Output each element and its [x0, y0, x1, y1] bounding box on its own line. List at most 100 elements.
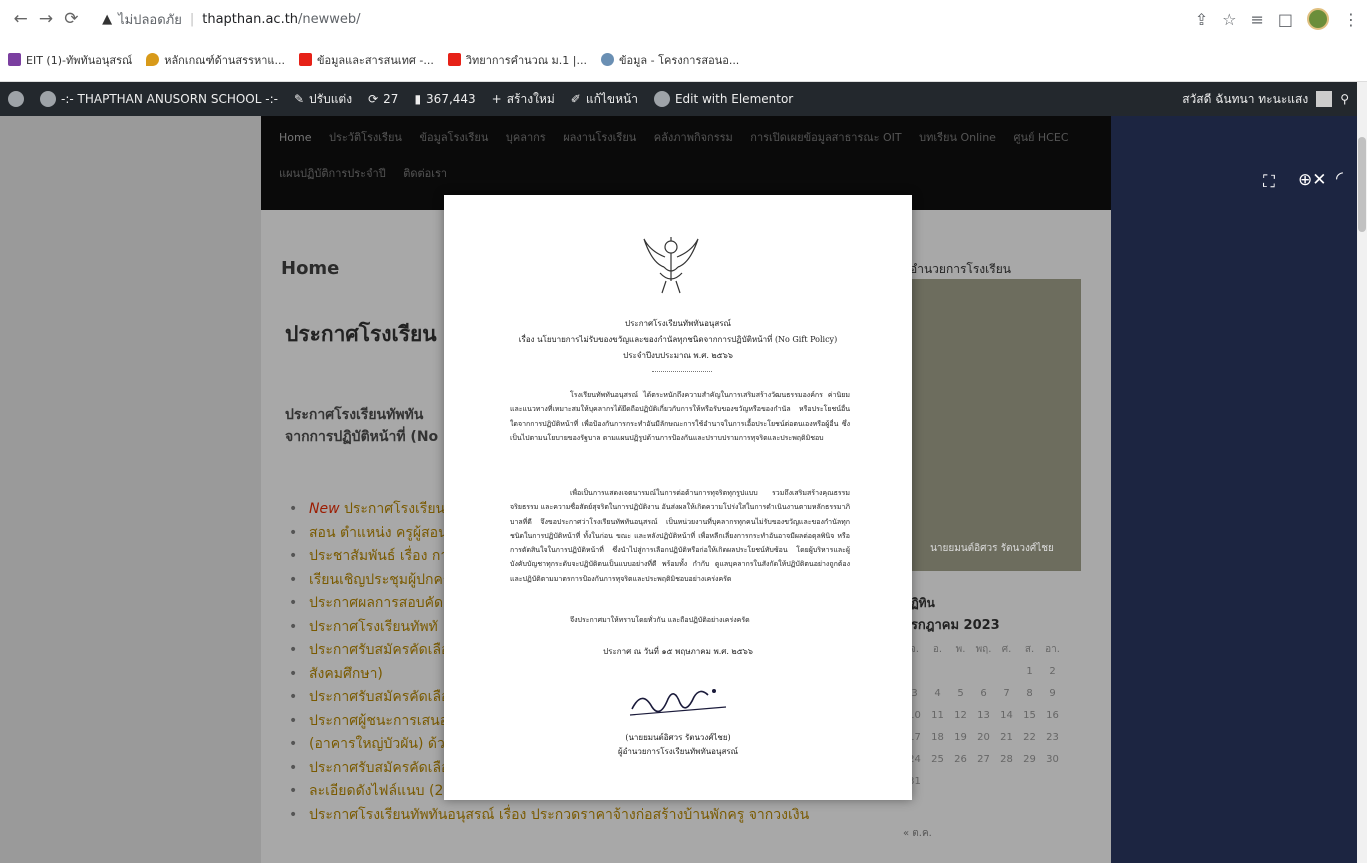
- calendar-day[interactable]: 11: [926, 710, 949, 721]
- address-row: ← → ⟳ ▲ ไม่ปลอดภัย | thapthan.ac.th/neww…: [0, 0, 1367, 38]
- url-path[interactable]: /newweb/: [298, 12, 361, 27]
- lightbox-modal: ประกาศโรงเรียนทัพทันอนุสรณ์ เรื่อง นโยบา…: [444, 195, 912, 800]
- calendar-day[interactable]: 2: [1041, 666, 1064, 677]
- calendar-day[interactable]: 5: [949, 688, 972, 699]
- warning-icon[interactable]: ▲: [102, 12, 112, 27]
- sheets-icon: [8, 53, 21, 66]
- bookmark-item[interactable]: ข้อมูล - โครงการสอนอ...: [601, 51, 739, 69]
- bookmark-item[interactable]: หลักเกณฑ์ด้านสรรหาแ...: [146, 51, 285, 69]
- calendar-day[interactable]: 26: [949, 754, 972, 765]
- reading-list-icon[interactable]: ≡: [1250, 10, 1263, 29]
- calendar-day[interactable]: 28: [995, 754, 1018, 765]
- doc-paragraph: โรงเรียนทัพทันอนุสรณ์ ได้ตระหนักถึงความส…: [510, 391, 850, 442]
- gear-icon: [601, 53, 614, 66]
- wordpress-icon[interactable]: [8, 91, 24, 107]
- calendar-day[interactable]: 21: [995, 732, 1018, 743]
- scrollbar-thumb[interactable]: [1358, 137, 1366, 232]
- url-host[interactable]: thapthan.ac.th: [202, 12, 298, 27]
- nav-item[interactable]: ข้อมูลโรงเรียน: [419, 131, 488, 144]
- scrollbar[interactable]: [1357, 82, 1367, 863]
- calendar-week: 24 25 26 27 28 29 30: [903, 748, 1083, 770]
- calendar-day[interactable]: 14: [995, 710, 1018, 721]
- fullscreen-icon[interactable]: ⛶: [1263, 172, 1275, 192]
- security-label[interactable]: ไม่ปลอดภัย: [118, 9, 182, 30]
- nav-item[interactable]: บทเรียน Online: [919, 131, 996, 144]
- calendar-day[interactable]: 9: [1041, 688, 1064, 699]
- calendar-day[interactable]: 23: [1041, 732, 1064, 743]
- nav-item[interactable]: ประวัติโรงเรียน: [329, 131, 402, 144]
- star-icon[interactable]: ☆: [1222, 10, 1236, 29]
- youtube-icon: [447, 53, 461, 66]
- weekday: พ.: [955, 643, 966, 655]
- bookmark-item[interactable]: วิทยาการคำนวณ ม.1 |...: [447, 51, 587, 69]
- calendar-day[interactable]: 15: [1018, 710, 1041, 721]
- close-lightbox-icon[interactable]: ◜: [1336, 168, 1343, 189]
- nav-item[interactable]: แผนปฏิบัติการประจำปี: [279, 167, 386, 180]
- nav-item[interactable]: ผลงานโรงเรียน: [563, 131, 636, 144]
- doc-divider: [652, 371, 712, 372]
- nav-item[interactable]: Home: [279, 131, 311, 144]
- new-tag: New: [309, 501, 340, 517]
- list-item[interactable]: ประกาศโรงเรียนทัพทันอนุสรณ์ เรื่อง ประกว…: [289, 804, 859, 828]
- reload-icon[interactable]: ⟳: [59, 6, 84, 32]
- nav-item[interactable]: ติดต่อเรา: [403, 167, 447, 180]
- calendar-day[interactable]: 30: [1041, 754, 1064, 765]
- bookmark-item[interactable]: ข้อมูลและสารสนเทศ -...: [298, 51, 434, 69]
- new-content-link[interactable]: + สร้างใหม่: [492, 90, 555, 109]
- comments-link[interactable]: ▮ 367,443: [414, 92, 475, 106]
- calendar-grid: จ. อ. พ. พฤ. ศ. ส. อา. 1 2 3 4 5 6 7 8 9 10 11 12 13…: [903, 638, 1083, 792]
- calendar-day[interactable]: 18: [926, 732, 949, 743]
- toolbar-icons: ⇪ ☆ ≡ □ ⋮: [1195, 8, 1359, 30]
- calendar-day[interactable]: 1: [1018, 666, 1041, 677]
- user-greeting: สวัสดี ฉันทนา ทะนะแสง: [1182, 91, 1309, 106]
- nav-item[interactable]: ศูนย์ HCEC: [1013, 131, 1068, 144]
- brush-icon: ✎: [293, 92, 305, 106]
- calendar-day[interactable]: 6: [972, 688, 995, 699]
- back-icon[interactable]: ←: [8, 6, 33, 32]
- bookmark-label: ข้อมูล - โครงการสอนอ...: [619, 53, 740, 67]
- side-panel-icon[interactable]: □: [1278, 10, 1293, 29]
- list-item-text: ประกาศรับสมัครคัดเลือ: [309, 642, 450, 658]
- customize-label: ปรับแต่ง: [309, 91, 353, 106]
- site-name-link[interactable]: -:- THAPTHAN ANUSORN SCHOOL -:-: [40, 91, 278, 107]
- wp-admin-bar: -:- THAPTHAN ANUSORN SCHOOL -:- ✎ ปรับแต่…: [0, 82, 1357, 116]
- calendar-day[interactable]: 13: [972, 710, 995, 721]
- calendar-prev-link[interactable]: « ต.ค.: [903, 826, 932, 841]
- calendar-day[interactable]: 27: [972, 754, 995, 765]
- list-item-text: ประกาศโรงเรียนทัพทั: [309, 618, 438, 635]
- page-title: Home: [281, 258, 340, 279]
- garuda-emblem-icon: [643, 237, 699, 294]
- nav-item[interactable]: คลังภาพกิจกรรม: [654, 131, 733, 144]
- list-item-text: สอน ตำแหน่ง ครูผู้สอน: [309, 524, 448, 541]
- calendar-day[interactable]: 8: [1018, 688, 1041, 699]
- zoom-icon[interactable]: ⊕✕: [1298, 170, 1327, 190]
- profile-avatar[interactable]: [1307, 8, 1329, 30]
- edit-page-link[interactable]: ✐ แก้ไขหน้า: [571, 90, 638, 109]
- address-bar[interactable]: ▲ ไม่ปลอดภัย | thapthan.ac.th/newweb/: [92, 5, 1195, 33]
- updates-link[interactable]: ⟳ 27: [368, 92, 398, 106]
- forward-icon[interactable]: →: [33, 6, 58, 32]
- bookmark-label: หลักเกณฑ์ด้านสรรหาแ...: [164, 53, 285, 67]
- elementor-link[interactable]: Edit with Elementor: [653, 91, 793, 107]
- calendar-day[interactable]: 22: [1018, 732, 1041, 743]
- bookmark-item[interactable]: EIT (1)-ทัพทันอนุสรณ์: [8, 51, 132, 69]
- calendar-day[interactable]: 4: [926, 688, 949, 699]
- nav-item[interactable]: การเปิดเผยข้อมูลสาธารณะ OIT: [750, 131, 901, 144]
- calendar-day[interactable]: 29: [1018, 754, 1041, 765]
- nav-item[interactable]: บุคลากร: [506, 131, 546, 144]
- site-name: -:- THAPTHAN ANUSORN SCHOOL -:-: [61, 92, 278, 106]
- customize-link[interactable]: ✎ ปรับแต่ง: [294, 90, 352, 109]
- account-menu[interactable]: สวัสดี ฉันทนา ทะนะแสง ⚲: [1182, 90, 1349, 109]
- calendar-day[interactable]: 16: [1041, 710, 1064, 721]
- calendar-day[interactable]: 12: [949, 710, 972, 721]
- avatar: [1316, 91, 1333, 107]
- calendar-day[interactable]: 19: [949, 732, 972, 743]
- calendar-weekdays: จ. อ. พ. พฤ. ศ. ส. อา.: [903, 638, 1083, 660]
- share-icon[interactable]: ⇪: [1195, 10, 1208, 29]
- search-icon[interactable]: ⚲: [1340, 92, 1349, 106]
- calendar-week: 3456789: [903, 682, 1083, 704]
- menu-icon[interactable]: ⋮: [1343, 10, 1359, 29]
- calendar-day[interactable]: 25: [926, 754, 949, 765]
- calendar-day[interactable]: 20: [972, 732, 995, 743]
- calendar-day[interactable]: 7: [995, 688, 1018, 699]
